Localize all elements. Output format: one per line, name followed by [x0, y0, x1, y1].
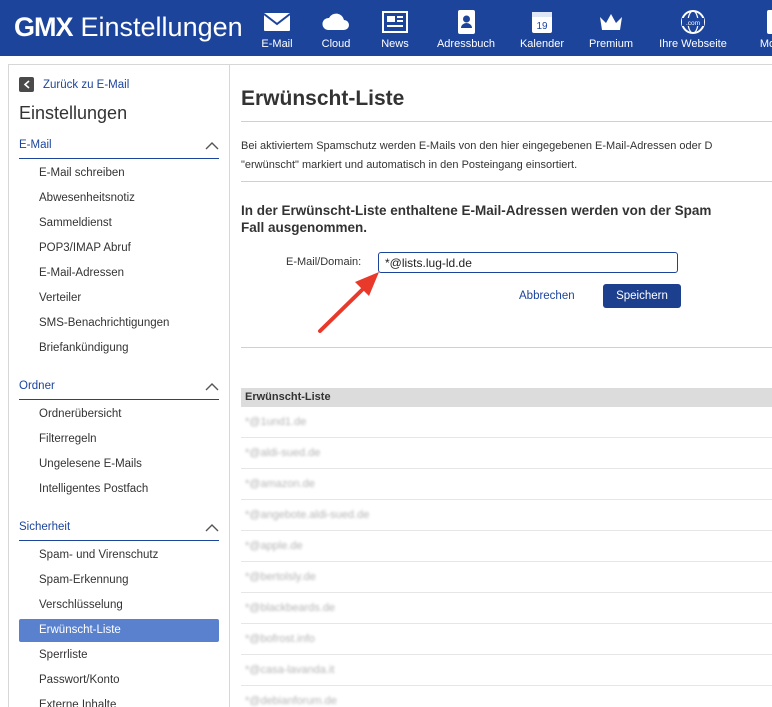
- main-content: Erwünscht-Liste Bei aktiviertem Spamschu…: [230, 64, 772, 707]
- sidebar-item-ordneruebersicht[interactable]: Ordnerübersicht: [19, 403, 219, 426]
- nav-addressbook-label: Adressbuch: [436, 38, 496, 50]
- nav-addressbook[interactable]: Adressbuch: [431, 0, 501, 56]
- divider: [241, 347, 772, 348]
- section-label: E-Mail: [19, 139, 52, 151]
- brand-logo[interactable]: GMX Einstellungen: [14, 12, 243, 46]
- list-item[interactable]: *@bofrost.info: [241, 624, 772, 655]
- sidebar-item-ungelesene[interactable]: Ungelesene E-Mails: [19, 453, 219, 476]
- nav-premium-label: Premium: [588, 38, 633, 50]
- annotation-arrow-icon: [318, 272, 379, 333]
- entry-address: *@debianforum.de: [245, 695, 337, 707]
- list-item[interactable]: *@1und1.de: [241, 407, 772, 438]
- sidebar-item-email-schreiben[interactable]: E-Mail schreiben: [19, 162, 219, 185]
- divider: [241, 181, 772, 182]
- intro-line: Bei aktiviertem Spamschutz werden E-Mail…: [241, 140, 713, 152]
- heading-line: In der Erwünscht-Liste enthaltene E-Mail…: [241, 203, 712, 218]
- chevron-up-icon: [205, 383, 219, 391]
- nav-news[interactable]: News: [360, 0, 430, 56]
- mobile-icon: [767, 10, 772, 34]
- section-label: Sicherheit: [19, 521, 71, 533]
- sidebar-item-sperrliste[interactable]: Sperrliste: [19, 644, 219, 667]
- list-item[interactable]: *@aldi-sued.de: [241, 438, 772, 469]
- page-title: Erwünscht-Liste: [241, 87, 405, 110]
- back-to-email-link[interactable]: Zurück zu E-Mail: [19, 77, 129, 92]
- crown-icon: [600, 14, 622, 30]
- list-item[interactable]: *@blackbeards.de: [241, 593, 772, 624]
- heading-line: Fall ausgenommen.: [241, 220, 368, 235]
- sidebar-item-filterregeln[interactable]: Filterregeln: [19, 428, 219, 451]
- sidebar-item-sammeldienst[interactable]: Sammeldienst: [19, 212, 219, 235]
- globe-icon: .com: [681, 10, 705, 34]
- entry-address: *@casa-lavanda.it: [245, 664, 335, 676]
- sidebar-item-briefankuendigung[interactable]: Briefankündigung: [19, 337, 219, 360]
- chevron-left-icon: [19, 77, 34, 92]
- section-label: Ordner: [19, 380, 55, 392]
- entry-address: *@bofrost.info: [245, 633, 315, 645]
- sidebar-item-pop3-imap[interactable]: POP3/IMAP Abruf: [19, 237, 219, 260]
- sidebar-item-externe-inhalte[interactable]: Externe Inhalte: [19, 694, 219, 707]
- envelope-icon: [263, 13, 291, 31]
- sidebar-item-abwesenheitsnotiz[interactable]: Abwesenheitsnotiz: [19, 187, 219, 210]
- nav-mobile[interactable]: Mobil: [738, 0, 772, 56]
- section-email-header[interactable]: E-Mail: [19, 139, 219, 159]
- nav-website-label: Ihre Webseite: [659, 38, 727, 50]
- section-sicherheit-header[interactable]: Sicherheit: [19, 521, 219, 541]
- nav-premium[interactable]: Premium: [576, 0, 646, 56]
- sidebar-item-spam-virenschutz[interactable]: Spam- und Virenschutz: [19, 544, 219, 567]
- entry-address: *@apple.de: [245, 540, 303, 552]
- app-title: Einstellungen: [80, 12, 243, 42]
- list-item[interactable]: *@bertolsly.de: [241, 562, 772, 593]
- intro-line: "erwünscht" markiert und automatisch in …: [241, 159, 578, 171]
- nav-calendar-label: Kalender: [519, 38, 565, 50]
- section-ordner-header[interactable]: Ordner: [19, 380, 219, 400]
- back-link-label: Zurück zu E-Mail: [43, 78, 130, 91]
- nav-website[interactable]: .com Ihre Webseite: [658, 0, 728, 56]
- sidebar-item-sms[interactable]: SMS-Benachrichtigungen: [19, 312, 219, 335]
- sidebar-item-erwuenscht-liste[interactable]: Erwünscht-Liste: [19, 619, 219, 642]
- brand-name: GMX: [14, 12, 74, 42]
- website-badge: .com: [686, 20, 700, 27]
- calendar-day: 19: [536, 21, 548, 32]
- intro-text: Bei aktiviertem Spamschutz werden E-Mail…: [241, 137, 772, 175]
- sidebar-item-spam-erkennung[interactable]: Spam-Erkennung: [19, 569, 219, 592]
- chevron-up-icon: [205, 524, 219, 532]
- sidebar-item-intelligentes-postfach[interactable]: Intelligentes Postfach: [19, 478, 219, 501]
- sidebar-item-verteiler[interactable]: Verteiler: [19, 287, 219, 310]
- entry-address: *@1und1.de: [245, 416, 307, 428]
- nav-cloud-label: Cloud: [321, 38, 351, 50]
- sidebar-item-verschluesselung[interactable]: Verschlüsselung: [19, 594, 219, 617]
- entry-address: *@angebote.aldi-sued.de: [245, 509, 370, 521]
- save-button[interactable]: Speichern: [603, 284, 681, 308]
- sidebar-item-passwort-konto[interactable]: Passwort/Konto: [19, 669, 219, 692]
- list-item[interactable]: *@debianforum.de: [241, 686, 772, 707]
- top-navigation-bar: GMX Einstellungen E-Mail Cloud News Adre…: [0, 0, 772, 56]
- settings-sidebar: Zurück zu E-Mail Einstellungen E-Mail E-…: [8, 64, 230, 707]
- nav-mobile-label: Mobil: [759, 38, 772, 50]
- news-icon: [382, 11, 408, 33]
- entry-address: *@bertolsly.de: [245, 571, 316, 583]
- sidebar-title: Einstellungen: [19, 103, 128, 123]
- email-domain-input[interactable]: [378, 252, 678, 273]
- list-header: Erwünscht-Liste: [241, 388, 772, 407]
- list-item[interactable]: *@angebote.aldi-sued.de: [241, 500, 772, 531]
- cloud-icon: [322, 13, 349, 30]
- sidebar-item-email-adressen[interactable]: E-Mail-Adressen: [19, 262, 219, 285]
- entry-address: *@blackbeards.de: [245, 602, 336, 614]
- addressbook-icon: [458, 10, 475, 34]
- entry-address: *@aldi-sued.de: [245, 447, 321, 459]
- list-item[interactable]: *@apple.de: [241, 531, 772, 562]
- nav-email-label: E-Mail: [261, 38, 293, 50]
- section-heading: In der Erwünscht-Liste enthaltene E-Mail…: [241, 202, 711, 236]
- cancel-button[interactable]: Abbrechen: [519, 290, 575, 302]
- divider: [241, 121, 772, 122]
- chevron-up-icon: [205, 142, 219, 150]
- nav-calendar[interactable]: 19 Kalender: [507, 0, 577, 56]
- list-item[interactable]: *@amazon.de: [241, 469, 772, 500]
- entry-address: *@amazon.de: [245, 478, 315, 490]
- list-item[interactable]: *@casa-lavanda.it: [241, 655, 772, 686]
- calendar-icon: 19: [532, 12, 552, 33]
- nav-news-label: News: [381, 38, 409, 50]
